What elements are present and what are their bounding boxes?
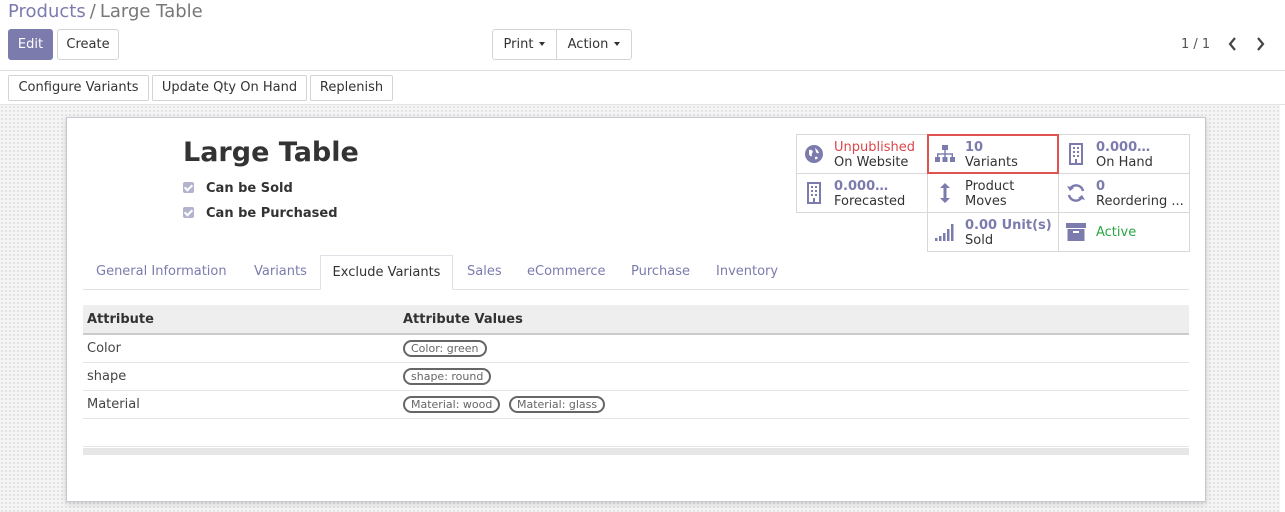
globe-icon <box>805 145 823 163</box>
attribute-lines-table: Attribute Attribute Values Color Color: … <box>83 305 1189 447</box>
caret-down-icon <box>539 41 546 46</box>
tab-sales[interactable]: Sales <box>467 255 502 290</box>
attribute-value-tag: Material: wood <box>403 396 501 413</box>
sold-amount: 0.00 <box>965 218 998 233</box>
configure-variants-button[interactable]: Configure Variants <box>8 75 149 101</box>
breadcrumb-parent-link[interactable]: Products <box>8 1 86 22</box>
tab-exclude-variants[interactable]: Exclude Variants <box>320 255 453 290</box>
active-toggle-button[interactable]: Active <box>1058 212 1190 252</box>
can-be-sold-checkbox[interactable] <box>183 181 194 193</box>
archive-icon <box>1066 223 1086 241</box>
on-hand-label: On Hand <box>1096 155 1153 170</box>
reordering-rules-button[interactable]: 0 Reordering ... <box>1058 173 1190 213</box>
building-icon <box>1069 143 1083 165</box>
sitemap-icon <box>935 145 955 162</box>
table-row[interactable]: Material Material: wood Material: glass <box>83 391 1189 419</box>
attribute-value-tag: shape: round <box>403 368 492 385</box>
variants-button[interactable]: 10 Variants <box>927 134 1059 174</box>
product-moves-line1: Product <box>965 179 1015 194</box>
action-label: Action <box>567 37 609 52</box>
variants-count: 10 <box>965 140 984 155</box>
form-statusbar: Configure Variants Update Qty On Hand Re… <box>0 71 1285 105</box>
breadcrumb-separator: / <box>89 1 96 22</box>
reordering-label: Reordering ... <box>1096 194 1184 209</box>
attribute-cell: Material <box>87 397 140 412</box>
print-label: Print <box>503 37 534 52</box>
column-header-attribute-values[interactable]: Attribute Values <box>403 312 523 327</box>
product-moves-button[interactable]: Product Moves <box>927 173 1059 213</box>
breadcrumb-current: Large Table <box>99 1 203 22</box>
replenish-button[interactable]: Replenish <box>310 75 393 101</box>
table-row[interactable]: shape shape: round <box>83 363 1189 391</box>
on-hand-value: 0.000… <box>1096 140 1151 155</box>
on-hand-button[interactable]: 0.000… On Hand <box>1058 134 1190 174</box>
smart-buttons: Unpublished On Website 10 Variants 0.000… <box>796 134 1190 252</box>
print-dropdown[interactable]: Print <box>492 29 557 60</box>
forecasted-label: Forecasted <box>834 194 906 209</box>
horizontal-scrollbar[interactable] <box>83 448 1189 455</box>
can-be-purchased-label: Can be Purchased <box>206 206 338 221</box>
can-be-purchased-checkbox[interactable] <box>183 206 194 218</box>
attribute-value-tag: Color: green <box>403 340 487 357</box>
product-moves-line2: Moves <box>965 194 1007 209</box>
website-status: Unpublished <box>834 140 915 155</box>
chevron-left-icon[interactable] <box>1226 35 1240 53</box>
tab-variants[interactable]: Variants <box>254 255 307 290</box>
tab-inventory[interactable]: Inventory <box>716 255 778 290</box>
can-be-sold-label: Can be Sold <box>206 181 293 196</box>
attribute-cell: Color <box>87 341 121 356</box>
sold-unit: Unit(s) <box>1001 218 1052 233</box>
tab-general-information[interactable]: General Information <box>96 255 227 290</box>
update-qty-on-hand-button[interactable]: Update Qty On Hand <box>152 75 307 101</box>
sold-button[interactable]: 0.00 Unit(s) Sold <box>927 212 1059 252</box>
website-publish-button[interactable]: Unpublished On Website <box>796 134 928 174</box>
create-button[interactable]: Create <box>57 29 119 60</box>
form-sheet: Large Table Can be Sold Can be Purchased… <box>66 117 1206 502</box>
building-icon <box>807 182 821 204</box>
chevron-right-icon[interactable] <box>1253 35 1267 53</box>
can-be-sold-row: Can be Sold <box>183 181 293 196</box>
sold-value: 0.00 Unit(s) <box>965 218 1052 233</box>
attribute-value-tag: Material: glass <box>509 396 606 413</box>
reordering-count: 0 <box>1096 179 1106 194</box>
notebook-tabs: General Information Variants Exclude Var… <box>83 255 1189 290</box>
breadcrumb: Products / Large Table <box>8 1 203 22</box>
table-footer <box>83 419 1189 447</box>
table-header: Attribute Attribute Values <box>83 305 1189 335</box>
tab-purchase[interactable]: Purchase <box>631 255 690 290</box>
arrows-vertical-icon <box>940 183 950 203</box>
variants-label: Variants <box>965 155 1018 170</box>
sold-label: Sold <box>965 233 994 248</box>
website-label: On Website <box>834 155 909 170</box>
refresh-icon <box>1067 184 1085 202</box>
edit-button[interactable]: Edit <box>8 29 53 60</box>
tab-ecommerce[interactable]: eCommerce <box>527 255 606 290</box>
forecasted-value: 0.000… <box>834 179 889 194</box>
pager-value[interactable]: 1 / 1 <box>1181 37 1210 52</box>
column-header-attribute[interactable]: Attribute <box>87 312 154 327</box>
active-label: Active <box>1096 225 1137 240</box>
product-name[interactable]: Large Table <box>183 137 359 168</box>
caret-down-icon <box>614 41 621 46</box>
table-row[interactable]: Color Color: green <box>83 335 1189 363</box>
forecasted-button[interactable]: 0.000… Forecasted <box>796 173 928 213</box>
control-panel: Products / Large Table Edit Create Print A… <box>0 0 1285 71</box>
action-dropdown[interactable]: Action <box>556 29 632 60</box>
can-be-purchased-row: Can be Purchased <box>183 206 338 221</box>
attribute-cell: shape <box>87 369 127 384</box>
signal-bars-icon <box>935 224 954 241</box>
